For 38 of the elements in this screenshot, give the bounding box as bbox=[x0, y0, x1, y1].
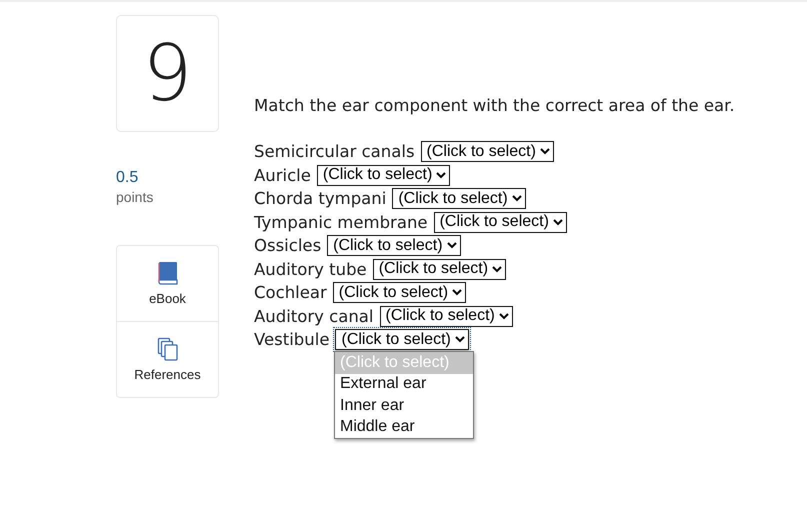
term-label: Cochlear bbox=[254, 283, 327, 302]
dropdown-option[interactable]: Inner ear bbox=[335, 395, 473, 416]
question-prompt: Match the ear component with the correct area of the ear. bbox=[254, 96, 735, 115]
term-label: Ossicles bbox=[254, 236, 322, 256]
chevron-icon bbox=[452, 289, 462, 296]
chevron-icon bbox=[552, 218, 563, 226]
answer-dropdown[interactable]: (Click to select) bbox=[380, 306, 513, 327]
answer-dropdown[interactable]: (Click to select) bbox=[316, 164, 450, 186]
answer-dropdown[interactable]: (Click to select) bbox=[392, 188, 526, 210]
answer-dropdown[interactable]: (Click to select) bbox=[327, 235, 461, 256]
dropdown-option[interactable]: Middle ear bbox=[335, 416, 473, 438]
chevron-icon bbox=[498, 312, 509, 320]
answer-dropdown[interactable]: (Click to select) bbox=[332, 282, 466, 304]
chevron-icon bbox=[446, 242, 457, 250]
chevron-icon bbox=[512, 195, 522, 202]
term-label: Tympanic membrane bbox=[254, 212, 428, 232]
term-label: Vestibule bbox=[254, 330, 330, 350]
answer-dropdown[interactable]: (Click to select) bbox=[420, 141, 554, 162]
term-label: Chorda tympani bbox=[254, 189, 386, 208]
dropdown-option[interactable]: External ear bbox=[335, 374, 473, 395]
chevron-icon bbox=[436, 172, 446, 179]
term-label: Auricle bbox=[254, 166, 311, 185]
book-icon bbox=[156, 261, 178, 285]
answer-dropdown[interactable]: (Click to select) bbox=[335, 329, 469, 350]
chevron-icon bbox=[454, 336, 465, 344]
points-label: points bbox=[116, 189, 154, 205]
answer-dropdown[interactable]: (Click to select) bbox=[372, 258, 506, 280]
term-label: Semicircular canals bbox=[254, 142, 415, 162]
answer-dropdown[interactable]: (Click to select) bbox=[434, 212, 567, 233]
ebook-button[interactable]: eBook bbox=[117, 246, 218, 321]
term-label: Auditory canal bbox=[254, 306, 374, 326]
chevron-icon bbox=[492, 266, 502, 273]
points-value: 0.5 bbox=[116, 169, 138, 187]
question-number: 9 bbox=[116, 15, 219, 132]
chevron-icon bbox=[540, 148, 550, 156]
references-button[interactable]: References bbox=[117, 321, 218, 397]
term-label: Auditory tube bbox=[254, 260, 367, 279]
pages-icon bbox=[156, 337, 178, 361]
